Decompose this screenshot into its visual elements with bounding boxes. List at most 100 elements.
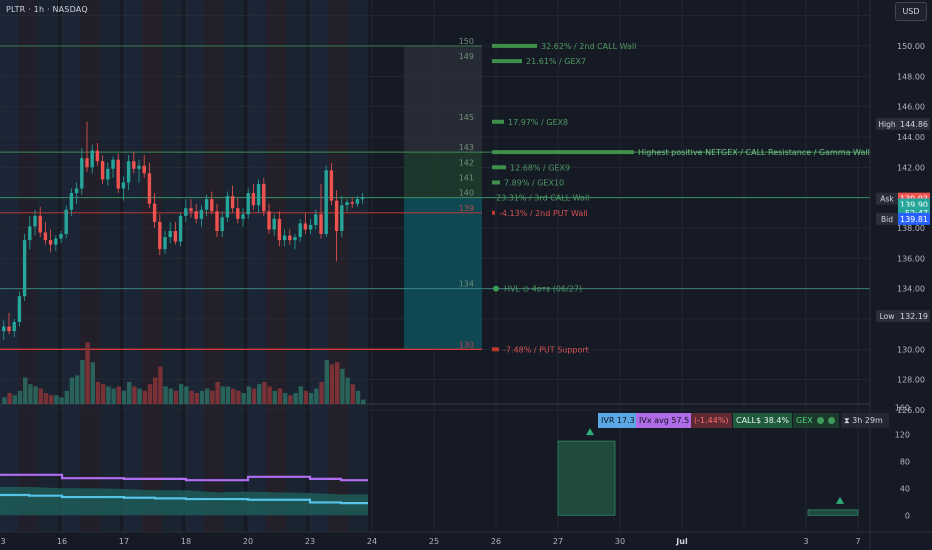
candle-body <box>178 215 183 242</box>
time-tick-label: Jul <box>675 537 688 546</box>
candle-body <box>204 199 209 210</box>
candle-body <box>288 235 292 241</box>
volume-bar <box>231 388 236 404</box>
candle-body <box>95 150 100 162</box>
badge-label: Low <box>880 312 895 321</box>
volume-bar <box>153 377 158 404</box>
level-label: 21.61% / GEX7 <box>526 57 586 66</box>
gex-dot-icon <box>817 417 825 424</box>
candle-body <box>251 193 256 206</box>
volume-bar <box>168 388 173 404</box>
candle-body <box>121 182 126 189</box>
volume-bar <box>38 388 43 404</box>
candle-body <box>282 235 287 241</box>
level-strike-label: 145 <box>459 113 474 122</box>
gex-forecast-bar <box>807 509 859 516</box>
level-label: Highest positive NETGEX / CALL Resistanc… <box>638 148 870 157</box>
currency-button[interactable]: USD <box>895 2 927 21</box>
candle-body <box>54 238 58 245</box>
volume-bar <box>179 384 184 404</box>
volume-bar <box>147 384 153 404</box>
volume-bar <box>111 388 116 404</box>
level-label: -4.13% / 2nd PUT Wall <box>499 209 588 218</box>
session-band <box>186 0 204 532</box>
zone-hvl <box>404 197 482 350</box>
session-band <box>348 0 368 532</box>
candle-body <box>308 224 313 230</box>
candle-body <box>69 193 74 210</box>
session-band <box>266 0 286 532</box>
calls-pill: CALL$ 38.4% <box>733 413 793 428</box>
symbol-title[interactable]: PLTR · 1h · NASDAQ <box>6 5 88 14</box>
volume-bar <box>194 393 199 404</box>
price-tick-label: 136.00 <box>897 254 925 263</box>
gex-bar <box>492 43 537 48</box>
level-label: HVL ⊙ 4ᴅᴛᴇ (06/27) <box>504 285 582 294</box>
level-strike-label: 139 <box>459 204 474 213</box>
candle-body <box>43 232 48 241</box>
level-label: -7.48% / PUT Support <box>503 345 589 354</box>
volume-bar <box>350 384 355 404</box>
volume-bar <box>95 382 101 404</box>
candle-body <box>90 150 94 168</box>
candle-body <box>236 208 240 219</box>
candle-body <box>220 217 224 231</box>
candle-body <box>350 202 354 204</box>
volume-bar <box>163 386 168 404</box>
price-tick-label: 148.00 <box>897 72 925 81</box>
candle-body <box>168 230 172 238</box>
badge-value: 132.19 <box>900 312 928 321</box>
session-band <box>248 0 266 532</box>
price-tick-label: 130.00 <box>897 345 925 354</box>
volume-bar <box>283 393 288 404</box>
volume-bar <box>43 393 49 404</box>
session-band <box>224 0 244 532</box>
volume-bar <box>184 386 189 404</box>
gex-pill: GEX <box>793 413 839 428</box>
candle-body <box>158 221 162 250</box>
candle-body <box>194 211 198 219</box>
volume-bar <box>309 393 314 404</box>
trading-chart-window[interactable]: 150 32.62% / 2nd CALL Wall 149 21.61% / GEX… <box>0 0 932 550</box>
candle-body <box>241 214 245 219</box>
candle-body <box>319 214 323 235</box>
session-band <box>286 0 306 532</box>
session-band <box>310 0 328 532</box>
candle-body <box>106 168 110 180</box>
candle-body <box>272 218 276 230</box>
candle-body <box>126 161 131 183</box>
price-chart-canvas[interactable]: 150 32.62% / 2nd CALL Wall 149 21.61% / GEX… <box>0 0 932 550</box>
gex-bar <box>492 210 495 215</box>
candle-body <box>111 159 115 169</box>
candle-body <box>334 200 339 231</box>
candle-body <box>277 218 282 241</box>
indicator-tick-label: 40 <box>900 484 910 493</box>
candle-body <box>7 326 11 332</box>
session-band <box>62 0 80 532</box>
volume-bar <box>64 390 69 404</box>
candle-body <box>152 203 157 222</box>
volume-bar <box>142 390 147 404</box>
candle-body <box>189 208 193 212</box>
volume-bar <box>288 395 293 404</box>
level-strike-label: 134 <box>459 280 474 289</box>
hvl-dot <box>493 285 499 292</box>
candle-body <box>142 165 146 174</box>
candle-body <box>303 223 308 230</box>
candle-body <box>267 211 271 230</box>
volume-bar <box>189 390 194 404</box>
candle-body <box>345 202 349 206</box>
volume-bar <box>340 368 345 404</box>
time-tick-label: 25 <box>429 537 439 546</box>
candle-body <box>147 173 152 204</box>
volume-bar <box>106 386 111 404</box>
volume-bar <box>246 386 251 404</box>
volume-bar <box>324 360 329 404</box>
badge-label: High <box>878 120 895 129</box>
volume-bar <box>33 386 38 404</box>
volume-bar <box>121 390 127 404</box>
candle-body <box>329 170 334 201</box>
indicator-tick-label: 120 <box>895 430 910 439</box>
candle-body <box>225 196 230 218</box>
change-pill: (-1.44%) <box>691 413 732 428</box>
